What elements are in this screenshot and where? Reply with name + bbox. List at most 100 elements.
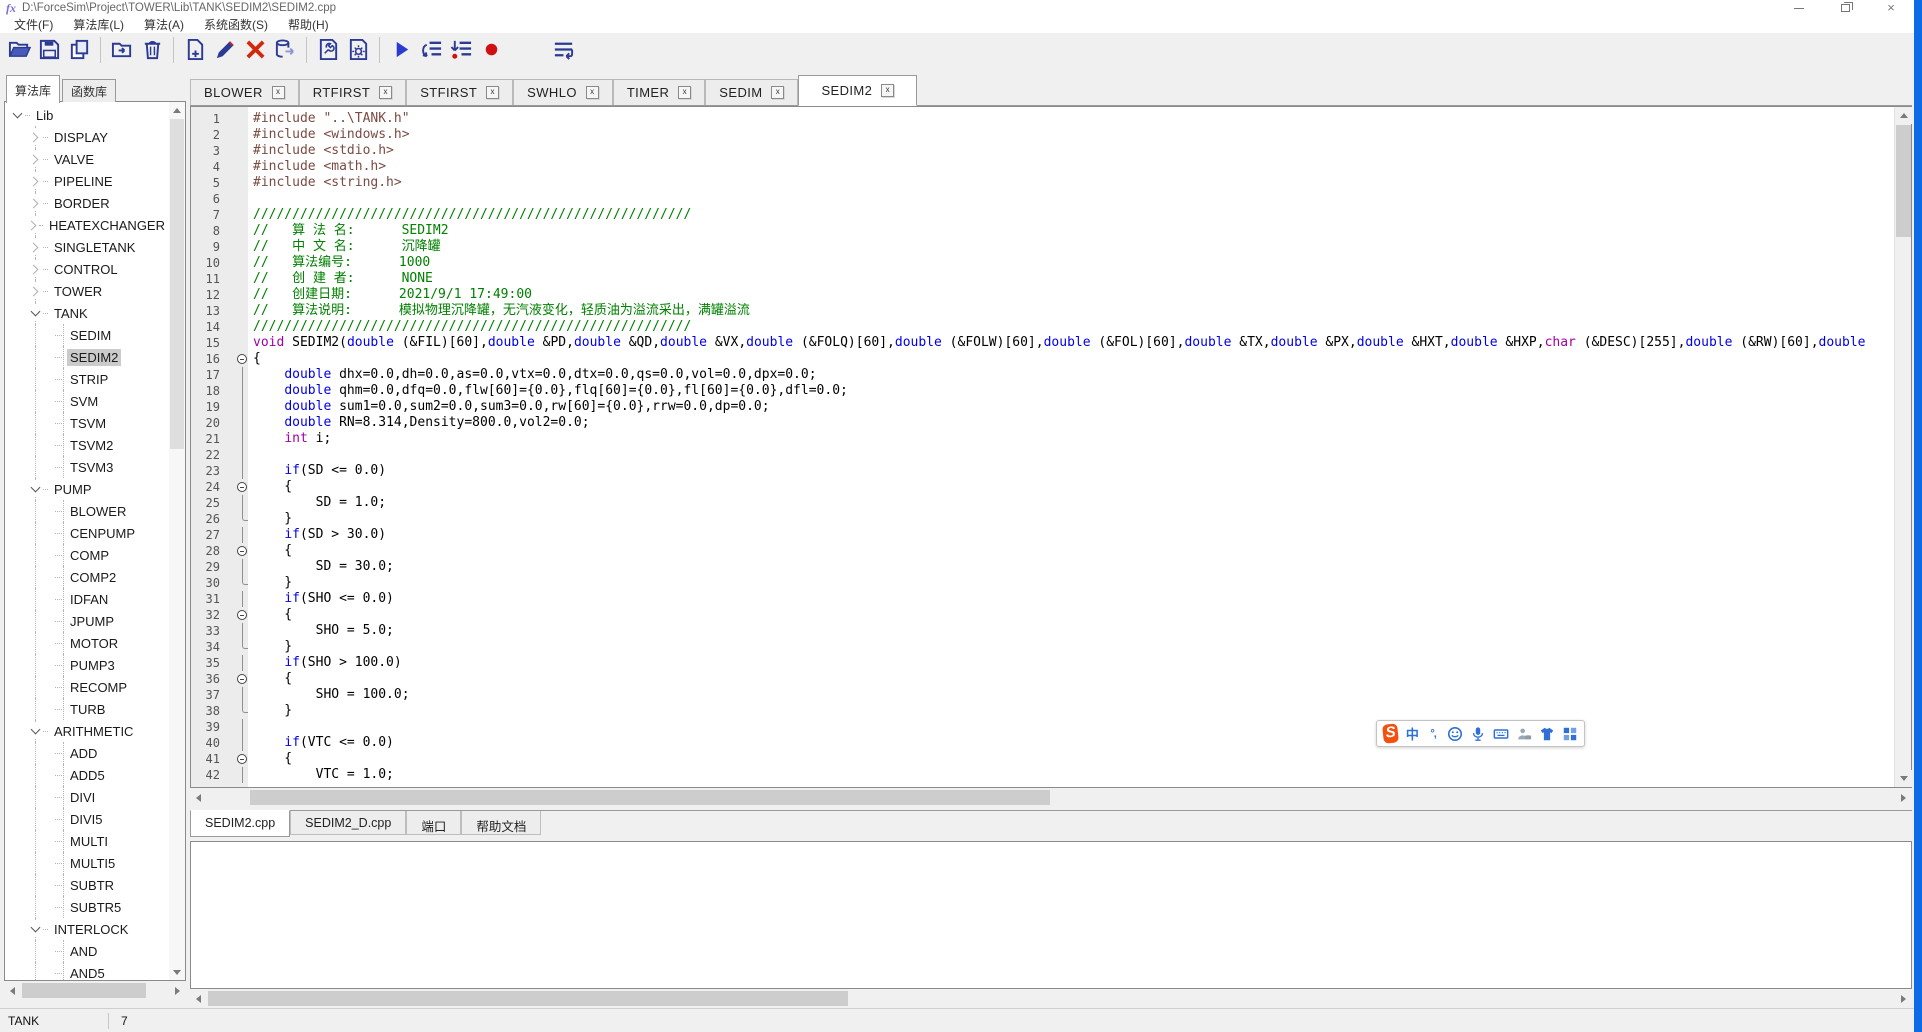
remove-button[interactable] — [240, 36, 270, 64]
scroll-down-arrow[interactable] — [1895, 770, 1912, 787]
chevron-down-icon[interactable] — [27, 921, 43, 937]
scroll-left-arrow[interactable] — [4, 982, 21, 999]
tree-item-tsvm3[interactable]: TSVM3 — [5, 456, 168, 478]
editor-tab-swhlo[interactable]: SWHLOx — [513, 79, 613, 105]
trash-button[interactable] — [137, 36, 167, 64]
tree-item-divi[interactable]: DIVI — [5, 786, 168, 808]
tree-item-recomp[interactable]: RECOMP — [5, 676, 168, 698]
skin-icon[interactable] — [1539, 725, 1555, 742]
tree-item-sedim2[interactable]: SEDIM2 — [5, 346, 168, 368]
tree-item-pump[interactable]: PUMP — [5, 478, 168, 500]
chevron-right-icon[interactable] — [27, 151, 43, 167]
output-horizontal-scrollbar[interactable] — [190, 990, 1912, 1007]
tree-item-tank[interactable]: TANK — [5, 302, 168, 324]
close-button[interactable]: × — [1876, 0, 1906, 16]
doc-tab-sedim2-d-cpp[interactable]: SEDIM2_D.cpp — [290, 811, 406, 835]
tree-item-lib[interactable]: Lib — [5, 104, 168, 126]
code-area[interactable]: 1#include "..\TANK.h"2#include <windows.… — [191, 107, 1894, 787]
tab-close-button[interactable]: x — [486, 86, 499, 99]
output-panel[interactable] — [190, 841, 1912, 989]
chevron-right-icon[interactable] — [27, 217, 39, 233]
scroll-up-arrow[interactable] — [169, 102, 185, 118]
scroll-thumb[interactable] — [250, 790, 1050, 805]
save-button[interactable] — [34, 36, 64, 64]
tree-item-turb[interactable]: TURB — [5, 698, 168, 720]
chevron-right-icon[interactable] — [27, 129, 43, 145]
chevron-right-icon[interactable] — [27, 239, 43, 255]
punctuation-icon[interactable]: °, — [1426, 725, 1440, 742]
tree-item-sedim[interactable]: SEDIM — [5, 324, 168, 346]
tree-item-tsvm2[interactable]: TSVM2 — [5, 434, 168, 456]
fold-collapse-icon[interactable] — [233, 543, 253, 559]
scroll-thumb[interactable] — [170, 119, 184, 449]
tree-item-singletank[interactable]: SINGLETANK — [5, 236, 168, 258]
fold-collapse-icon[interactable] — [233, 479, 253, 495]
scroll-right-arrow[interactable] — [1895, 789, 1912, 806]
tree-item-pump3[interactable]: PUMP3 — [5, 654, 168, 676]
chevron-right-icon[interactable] — [27, 261, 43, 277]
tree-item-control[interactable]: CONTROL — [5, 258, 168, 280]
menu-item[interactable]: 文件(F) — [4, 16, 63, 33]
chevron-down-icon[interactable] — [27, 723, 43, 739]
tree-item-multi5[interactable]: MULTI5 — [5, 852, 168, 874]
editor-tab-timer[interactable]: TIMERx — [613, 79, 705, 105]
scroll-down-arrow[interactable] — [169, 964, 185, 980]
tree-item-border[interactable]: BORDER — [5, 192, 168, 214]
menu-item[interactable]: 帮助(H) — [278, 16, 339, 33]
chevron-right-icon[interactable] — [27, 173, 43, 189]
editor-tab-sedim[interactable]: SEDIMx — [705, 79, 798, 105]
scroll-left-arrow[interactable] — [190, 990, 207, 1007]
scroll-right-arrow[interactable] — [1895, 990, 1912, 1007]
file-tools-button[interactable] — [313, 36, 343, 64]
sidebar-tab-inactive[interactable]: 函数库 — [62, 79, 116, 102]
editor-horizontal-scrollbar[interactable] — [190, 789, 1912, 806]
minimize-button[interactable] — [1784, 0, 1814, 16]
fold-collapse-icon[interactable] — [233, 751, 253, 767]
tree-item-pipeline[interactable]: PIPELINE — [5, 170, 168, 192]
doc-tab-帮助文档[interactable]: 帮助文档 — [461, 811, 541, 835]
tree-item-blower[interactable]: BLOWER — [5, 500, 168, 522]
tree-item-tsvm[interactable]: TSVM — [5, 412, 168, 434]
editor-tab-sedim2[interactable]: SEDIM2x — [798, 75, 917, 106]
step-over-button[interactable] — [416, 36, 446, 64]
tab-close-button[interactable]: x — [379, 86, 392, 99]
tab-close-button[interactable]: x — [881, 84, 894, 97]
scroll-thumb[interactable] — [208, 991, 848, 1006]
tree-item-cenpump[interactable]: CENPUMP — [5, 522, 168, 544]
editor-tab-blower[interactable]: BLOWERx — [190, 79, 299, 105]
voice-icon[interactable] — [1470, 725, 1486, 742]
import-button[interactable] — [107, 36, 137, 64]
editor-tab-rtfirst[interactable]: RTFIRSTx — [299, 79, 406, 105]
menu-item[interactable]: 系统函数(S) — [194, 16, 278, 33]
tree-item-comp[interactable]: COMP — [5, 544, 168, 566]
fold-collapse-icon[interactable] — [233, 671, 253, 687]
tree-item-subtr5[interactable]: SUBTR5 — [5, 896, 168, 918]
tree-item-subtr[interactable]: SUBTR — [5, 874, 168, 896]
new-file-button[interactable] — [180, 36, 210, 64]
tree-item-heatexchanger[interactable]: HEATEXCHANGER — [5, 214, 168, 236]
fold-collapse-icon[interactable] — [233, 607, 253, 623]
run-button[interactable] — [386, 36, 416, 64]
chinese-mode-icon[interactable]: 中 — [1405, 725, 1419, 742]
tree-item-tower[interactable]: TOWER — [5, 280, 168, 302]
tree-item-jpump[interactable]: JPUMP — [5, 610, 168, 632]
keyboard-icon[interactable] — [1493, 725, 1509, 742]
editor-vertical-scrollbar[interactable] — [1894, 107, 1911, 787]
chevron-right-icon[interactable] — [27, 195, 43, 211]
chevron-down-icon[interactable] — [9, 107, 25, 123]
tree-item-arithmetic[interactable]: ARITHMETIC — [5, 720, 168, 742]
smart-input-icon[interactable] — [1516, 725, 1532, 742]
menu-item[interactable]: 算法库(L) — [63, 16, 134, 33]
edit-button[interactable] — [210, 36, 240, 64]
tab-close-button[interactable]: x — [586, 86, 599, 99]
doc-tab-端口[interactable]: 端口 — [406, 811, 461, 835]
menu-item[interactable]: 算法(A) — [134, 16, 194, 33]
scroll-thumb[interactable] — [22, 983, 146, 998]
tree-item-idfan[interactable]: IDFAN — [5, 588, 168, 610]
chevron-right-icon[interactable] — [27, 283, 43, 299]
sidebar-horizontal-scrollbar[interactable] — [4, 982, 186, 999]
tab-close-button[interactable]: x — [771, 86, 784, 99]
tab-close-button[interactable]: x — [272, 86, 285, 99]
tree-item-svm[interactable]: SVM — [5, 390, 168, 412]
record-button[interactable] — [476, 36, 506, 64]
